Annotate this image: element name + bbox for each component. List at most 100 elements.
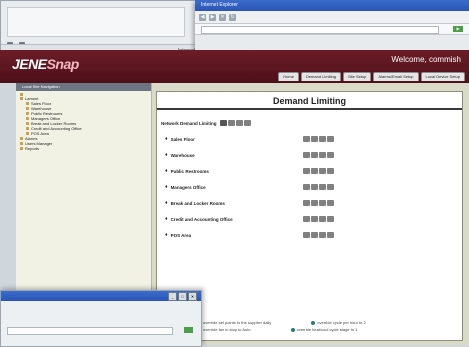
control-button[interactable] — [303, 216, 310, 222]
legend-text: override fan in stop to Auto — [203, 327, 251, 332]
node-icon — [26, 132, 29, 135]
control-button[interactable] — [327, 216, 334, 222]
forward-icon[interactable]: ▶ — [209, 13, 216, 21]
bullet-icon: ♦ — [165, 168, 168, 174]
bullet-icon: ♦ — [165, 216, 168, 222]
control-button[interactable] — [311, 232, 318, 238]
location-row: ♦ Credit and Accounting Office — [165, 216, 233, 222]
legend-text: override cycle per hour to 2 — [317, 320, 366, 325]
location-controls — [303, 232, 334, 238]
node-icon — [26, 112, 29, 115]
tab-home[interactable]: Home — [278, 72, 299, 81]
control-button[interactable] — [303, 200, 310, 206]
minimize-icon[interactable]: _ — [168, 292, 177, 301]
location-label: Credit and Accounting Office — [170, 216, 233, 222]
node-icon — [26, 102, 29, 105]
control-button[interactable] — [227, 120, 235, 126]
control-button[interactable] — [303, 232, 310, 238]
tab-alarms-email-setup[interactable]: Alarms/Email Setup — [373, 72, 419, 81]
control-button[interactable] — [327, 152, 334, 158]
node-icon — [26, 117, 29, 120]
tab-site-setup[interactable]: Site Setup — [342, 72, 372, 81]
control-button[interactable] — [327, 200, 334, 206]
control-button[interactable] — [311, 152, 318, 158]
location-controls — [303, 200, 334, 206]
tree-item-reports[interactable]: Reports — [20, 146, 151, 151]
logo: JENESnap — [12, 56, 79, 72]
sidebar-title: Local Site Navigation — [16, 83, 151, 91]
refresh-icon[interactable]: ↻ — [229, 13, 236, 21]
legend-text: override set points to the supplier dail… — [203, 320, 272, 325]
control-button[interactable] — [319, 168, 326, 174]
control-button[interactable] — [311, 136, 318, 142]
location-label: Public Restrooms — [170, 168, 209, 174]
go-button[interactable]: ▶ — [453, 26, 463, 32]
foreground-go-button[interactable] — [184, 327, 193, 333]
node-icon — [26, 127, 29, 130]
control-button[interactable] — [327, 232, 334, 238]
control-button[interactable] — [319, 232, 326, 238]
alarm-icon — [20, 137, 23, 140]
location-row: ♦ Managers Office — [165, 184, 206, 190]
page-title: Demand Limiting — [157, 94, 462, 110]
control-button[interactable] — [311, 200, 318, 206]
control-button[interactable] — [327, 184, 334, 190]
network-demand-controls — [219, 120, 251, 126]
node-icon — [26, 122, 29, 125]
browser-window: Internet Explorer ◀ ▶ ✕ ↻ ▶ — [195, 0, 469, 50]
control-button[interactable] — [327, 136, 334, 142]
control-button[interactable] — [311, 168, 318, 174]
foreground-titlebar: _ □ ✕ — [1, 291, 201, 301]
control-button[interactable] — [235, 120, 243, 126]
legend-text: override heat/cool cycle stage to 1 — [296, 327, 358, 332]
location-controls — [303, 216, 334, 222]
bullet-icon: ♦ — [165, 152, 168, 158]
control-button[interactable] — [303, 184, 310, 190]
bullet-icon: ♦ — [165, 184, 168, 190]
maximize-icon[interactable]: □ — [178, 292, 187, 301]
tab-local-device-setup[interactable]: Local Device Setup — [420, 72, 465, 81]
window-controls: _ □ ✕ — [168, 292, 197, 301]
welcome-text: Welcome, commish — [391, 55, 461, 64]
address-bar: ▶ — [195, 24, 469, 35]
location-row: ♦ Warehouse — [165, 152, 195, 158]
network-demand-label: Network Demand Limiting — [161, 120, 217, 126]
stop-icon[interactable]: ✕ — [219, 13, 226, 21]
browser-toolbar: ◀ ▶ ✕ ↻ — [195, 11, 469, 24]
control-button[interactable] — [303, 136, 310, 142]
control-button[interactable] — [243, 120, 251, 126]
legend-item: override heat/cool cycle stage to 1 — [290, 327, 358, 332]
location-row: ♦ Sales Floor — [165, 136, 195, 142]
folder-icon — [20, 93, 23, 96]
logo-main-text: JENE — [12, 56, 47, 72]
browser-titlebar: Internet Explorer — [195, 0, 469, 11]
control-button[interactable] — [319, 184, 326, 190]
control-button[interactable] — [303, 152, 310, 158]
background-window-content — [7, 7, 185, 37]
legend-item: override fan in stop to Auto — [197, 327, 251, 332]
control-button[interactable] — [319, 200, 326, 206]
bullet-icon: ♦ — [165, 232, 168, 238]
legend-item: override set points to the supplier dail… — [197, 320, 271, 325]
control-button[interactable] — [303, 168, 310, 174]
location-row: ♦ Break and Locker Rooms — [165, 200, 225, 206]
control-button[interactable] — [319, 152, 326, 158]
users-icon — [20, 142, 23, 145]
demand-limiting-panel: Demand Limiting Network Demand Limiting … — [156, 91, 463, 341]
control-button[interactable] — [319, 136, 326, 142]
foreground-address-input[interactable] — [7, 327, 173, 335]
location-label: POS Area — [170, 232, 192, 238]
close-icon[interactable]: ✕ — [188, 292, 197, 301]
back-icon[interactable]: ◀ — [199, 13, 206, 21]
network-demand-row: Network Demand Limiting — [161, 120, 251, 126]
control-button[interactable] — [311, 216, 318, 222]
reports-icon — [20, 147, 23, 150]
location-label: Managers Office — [170, 184, 206, 190]
control-button[interactable] — [327, 168, 334, 174]
tab-demand-limiting[interactable]: Demand Limiting — [300, 72, 341, 81]
control-button[interactable] — [311, 184, 318, 190]
site-tree: Lamont Sales Floor Warehouse Public Rest… — [16, 91, 151, 151]
address-input[interactable] — [201, 26, 439, 34]
control-button[interactable] — [319, 216, 326, 222]
control-button[interactable] — [219, 120, 227, 126]
